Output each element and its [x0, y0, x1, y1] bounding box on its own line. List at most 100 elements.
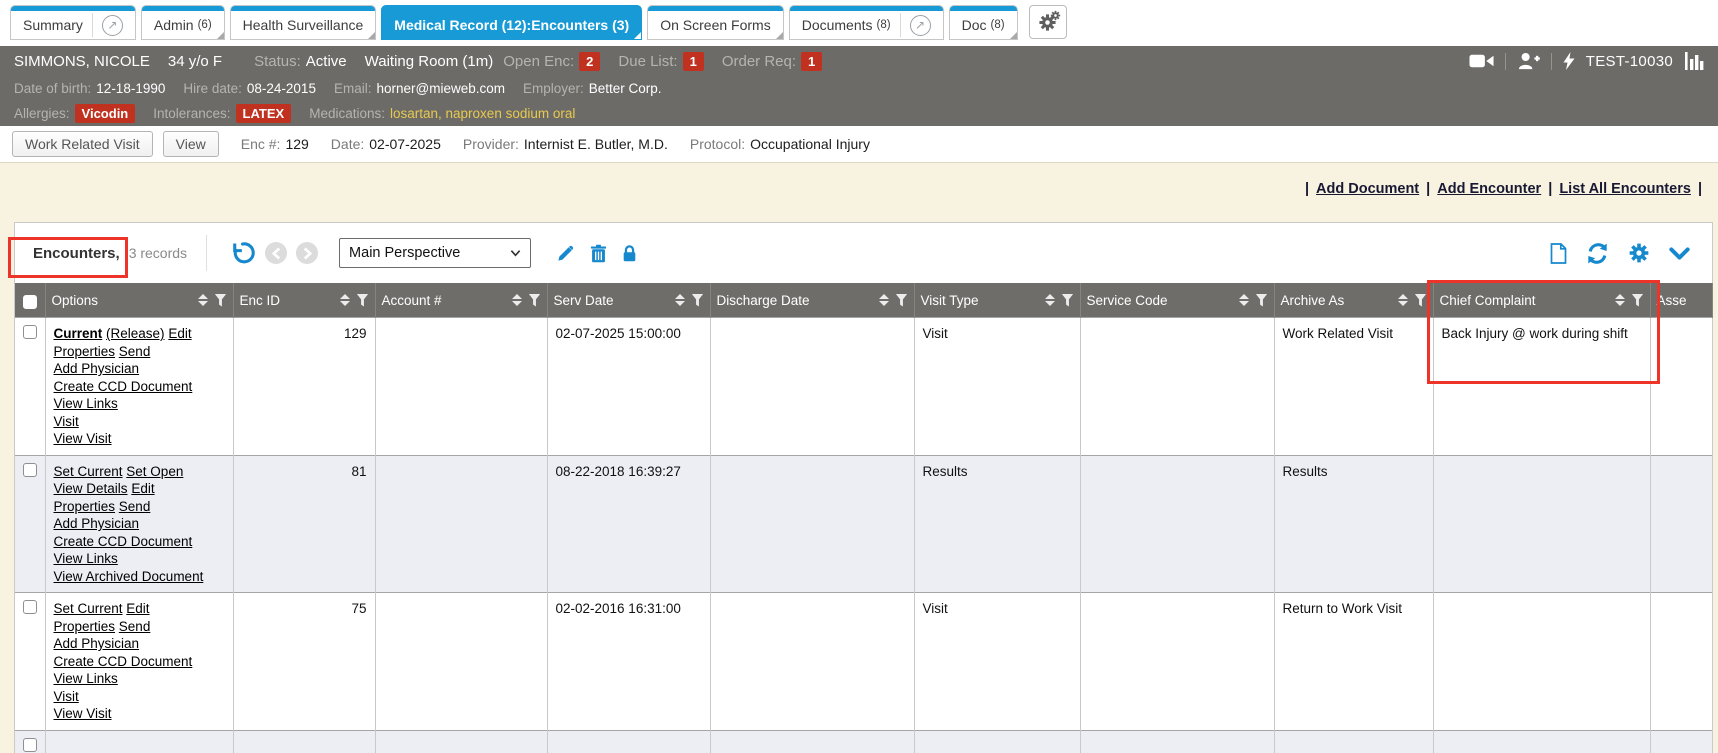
row-action-link[interactable]: Create CCD Document: [54, 534, 193, 549]
row-action-link[interactable]: View Details: [54, 481, 128, 496]
row-action-link[interactable]: View Archived Document: [54, 569, 204, 584]
filter-icon[interactable]: [1062, 294, 1074, 307]
sort-icon[interactable]: [512, 294, 522, 306]
column-header-assessment[interactable]: Asse: [1650, 283, 1712, 318]
tab-settings-button[interactable]: [1029, 5, 1067, 39]
row-action-link[interactable]: Properties: [54, 344, 116, 359]
row-action-link[interactable]: Edit: [126, 601, 149, 616]
column-header-account[interactable]: Account #: [375, 283, 547, 318]
filter-icon[interactable]: [215, 294, 227, 307]
filter-icon[interactable]: [692, 294, 704, 307]
grid-settings-gear-icon[interactable]: [1628, 242, 1650, 264]
row-action-link[interactable]: Edit: [131, 481, 154, 496]
table-row: Set Current Edit Properties Send Add Phy…: [15, 593, 1712, 731]
column-header-options[interactable]: Options: [45, 283, 233, 318]
tab-admin[interactable]: Admin (6): [141, 5, 225, 40]
sort-icon[interactable]: [198, 294, 208, 306]
row-checkbox[interactable]: [23, 738, 37, 752]
tab-doc[interactable]: Doc (8): [949, 5, 1018, 40]
row-action-link[interactable]: Properties: [54, 619, 116, 634]
row-checkbox[interactable]: [23, 463, 37, 477]
row-action-link[interactable]: View Links: [54, 396, 118, 411]
row-action-link[interactable]: Send: [119, 619, 151, 634]
row-action-link[interactable]: Send: [119, 344, 151, 359]
row-action-link[interactable]: View Links: [54, 551, 118, 566]
add-encounter-link[interactable]: Add Encounter: [1437, 181, 1541, 197]
filter-icon[interactable]: [896, 294, 908, 307]
sort-icon[interactable]: [675, 294, 685, 306]
medications-value: losartan, naproxen sodium oral: [390, 106, 575, 121]
row-action-link[interactable]: Set Current: [54, 601, 123, 616]
row-action-link[interactable]: Add Physician: [54, 516, 140, 531]
new-document-icon[interactable]: [1550, 243, 1567, 264]
column-header-discharge-date[interactable]: Discharge Date: [710, 283, 914, 318]
undo-icon[interactable]: [230, 240, 256, 266]
sort-icon[interactable]: [1615, 294, 1625, 306]
row-action-link[interactable]: Add Physician: [54, 636, 140, 651]
sort-icon[interactable]: [879, 294, 889, 306]
filter-icon[interactable]: [1415, 294, 1427, 307]
bar-chart-icon[interactable]: [1684, 52, 1704, 70]
filter-icon[interactable]: [1632, 294, 1644, 307]
tab-health-surveillance[interactable]: Health Surveillance: [230, 5, 377, 40]
column-header-chief-complaint[interactable]: Chief Complaint: [1433, 283, 1650, 318]
delete-trash-icon[interactable]: [590, 244, 607, 263]
column-label: Serv Date: [554, 293, 614, 308]
work-related-visit-button[interactable]: Work Related Visit: [12, 131, 153, 157]
row-action-link[interactable]: Edit: [168, 326, 191, 341]
row-action-link[interactable]: Current: [54, 326, 103, 341]
add-person-icon[interactable]: [1517, 52, 1540, 70]
perspective-select[interactable]: Main Perspective: [339, 238, 531, 268]
next-page-button[interactable]: [296, 242, 318, 264]
row-action-link[interactable]: Add Physician: [54, 361, 140, 376]
external-link-icon[interactable]: [102, 15, 123, 36]
prev-page-button[interactable]: [265, 242, 287, 264]
column-header-serv-date[interactable]: Serv Date: [547, 283, 710, 318]
add-document-link[interactable]: Add Document: [1316, 181, 1419, 197]
edit-pencil-icon[interactable]: [556, 244, 575, 263]
lightning-icon[interactable]: [1563, 52, 1575, 70]
row-checkbox[interactable]: [23, 600, 37, 614]
row-action-link[interactable]: Set Current: [54, 464, 123, 479]
list-all-encounters-link[interactable]: List All Encounters: [1559, 181, 1691, 197]
row-action-link[interactable]: Send: [119, 499, 151, 514]
column-header-enc-id[interactable]: Enc ID: [233, 283, 375, 318]
row-action-link[interactable]: View Visit: [54, 431, 112, 446]
refresh-icon[interactable]: [1586, 242, 1609, 265]
tab-medical-record[interactable]: Medical Record (12):Encounters (3): [381, 5, 642, 40]
order-req-badge[interactable]: 1: [801, 52, 822, 71]
external-link-icon[interactable]: [910, 15, 931, 36]
tab-documents[interactable]: Documents (8): [789, 5, 944, 40]
filter-icon[interactable]: [529, 294, 541, 307]
lock-icon[interactable]: [622, 244, 637, 263]
row-action-link[interactable]: Create CCD Document: [54, 654, 193, 669]
row-action-link[interactable]: View Visit: [54, 706, 112, 721]
tab-summary[interactable]: Summary: [10, 5, 136, 40]
row-action-link[interactable]: Set Open: [126, 464, 183, 479]
open-enc-badge[interactable]: 2: [579, 52, 600, 71]
column-header-visit-type[interactable]: Visit Type: [914, 283, 1080, 318]
sort-icon[interactable]: [1398, 294, 1408, 306]
filter-icon[interactable]: [357, 294, 369, 307]
row-action-link[interactable]: Visit: [54, 414, 79, 429]
row-checkbox[interactable]: [23, 325, 37, 339]
due-list-badge[interactable]: 1: [683, 52, 704, 71]
enc-id-cell: 129: [233, 318, 375, 456]
column-header-archive-as[interactable]: Archive As: [1274, 283, 1433, 318]
account-cell: [375, 318, 547, 456]
sort-icon[interactable]: [340, 294, 350, 306]
video-camera-icon[interactable]: [1469, 53, 1494, 69]
select-all-checkbox[interactable]: [23, 295, 37, 309]
sort-icon[interactable]: [1239, 294, 1249, 306]
column-header-service-code[interactable]: Service Code: [1080, 283, 1274, 318]
sort-icon[interactable]: [1045, 294, 1055, 306]
row-action-link[interactable]: Visit: [54, 689, 79, 704]
collapse-chevron-icon[interactable]: [1669, 247, 1690, 260]
row-action-link[interactable]: Create CCD Document: [54, 379, 193, 394]
tab-on-screen-forms[interactable]: On Screen Forms: [647, 5, 783, 40]
filter-icon[interactable]: [1256, 294, 1268, 307]
view-button[interactable]: View: [163, 131, 219, 157]
row-action-link[interactable]: View Links: [54, 671, 118, 686]
row-action-link[interactable]: Properties: [54, 499, 116, 514]
row-action-link[interactable]: (Release): [106, 326, 165, 341]
